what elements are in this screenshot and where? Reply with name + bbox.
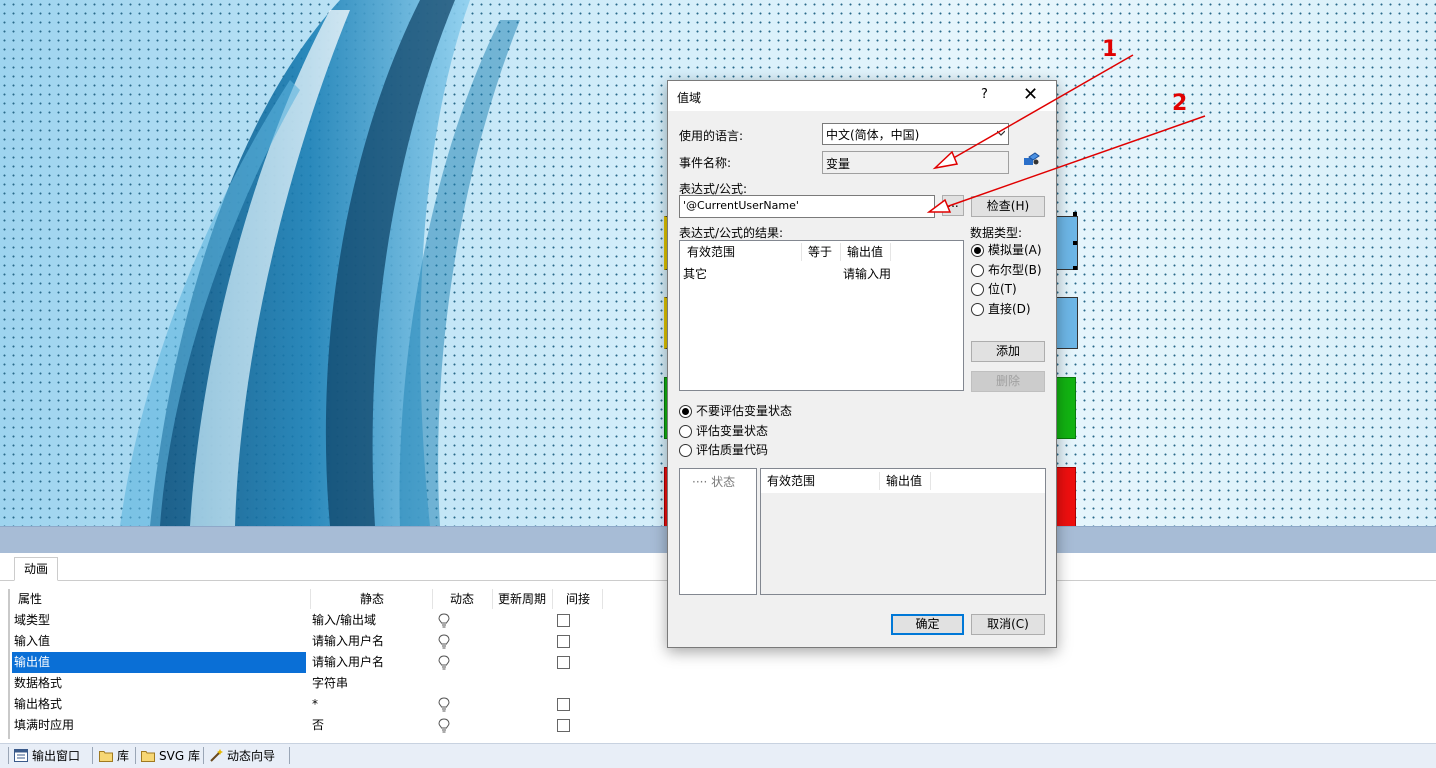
lightbulb-icon[interactable]	[438, 718, 450, 733]
ok-button[interactable]: 确定	[891, 614, 964, 635]
property-row[interactable]: 输出格式 *	[10, 694, 1436, 715]
selection-handle[interactable]	[1073, 266, 1077, 270]
tab-library[interactable]: 库	[99, 746, 129, 766]
annotation-marker-1: 1	[1102, 37, 1118, 62]
property-row[interactable]: 填满时应用否	[10, 715, 1436, 736]
bottom-tabbar: 输出窗口 库 SVG 库 动态向导	[0, 743, 1436, 768]
indirect-checkbox[interactable]	[557, 719, 570, 732]
dialog-titlebar[interactable]: 值域 ? ✕	[668, 81, 1056, 111]
output-window-icon	[14, 749, 28, 762]
status-tree-item[interactable]: ···· 状态	[692, 473, 735, 490]
add-button[interactable]: 添加	[971, 341, 1045, 362]
result-row-range[interactable]: 其它	[683, 265, 707, 282]
dialog-title: 值域	[677, 91, 702, 105]
result-row-output[interactable]: 请输入用	[843, 265, 891, 282]
property-static-value[interactable]: 请输入用户名	[312, 652, 384, 673]
indirect-checkbox[interactable]	[557, 656, 570, 669]
value-range-dialog: 值域 ? ✕ 使用的语言: 中文(简体，中国) 事件名称: 变量 表达式/公式:…	[667, 80, 1057, 648]
evaluation-radio[interactable]: 不要评估变量状态	[679, 404, 792, 418]
status-header-range[interactable]: 有效范围	[767, 472, 815, 490]
header-indirect: 间接	[566, 592, 591, 606]
property-row[interactable]: 数据格式 字符串	[10, 673, 1436, 694]
property-name[interactable]: 输出值	[12, 652, 306, 673]
tab-dynamic-wizard[interactable]: 动态向导	[209, 746, 275, 766]
tab-output-window[interactable]: 输出窗口	[14, 746, 80, 766]
check-button[interactable]: 检查(H)	[971, 196, 1045, 217]
header-dynamic: 动态	[450, 592, 475, 606]
event-label: 事件名称:	[679, 156, 732, 170]
expression-browse-button[interactable]: ...	[942, 195, 964, 216]
lightbulb-icon[interactable]	[438, 613, 450, 628]
datatype-radio[interactable]: 模拟量(A)	[971, 243, 1042, 257]
wand-icon	[210, 749, 223, 762]
property-name[interactable]: 填满时应用	[14, 715, 306, 736]
property-static-value[interactable]: 否	[312, 715, 324, 736]
language-select[interactable]: 中文(简体，中国)	[822, 123, 1009, 145]
tab-animation[interactable]: 动画	[14, 557, 59, 581]
delete-button: 删除	[971, 371, 1045, 392]
evaluation-radio[interactable]: 评估变量状态	[679, 424, 768, 438]
status-header-output[interactable]: 输出值	[886, 472, 922, 490]
help-button[interactable]: ?	[981, 87, 988, 102]
annotation-marker-2: 2	[1172, 91, 1188, 116]
language-label: 使用的语言:	[679, 129, 744, 143]
datatype-radio[interactable]: 直接(D)	[971, 302, 1031, 316]
result-label: 表达式/公式的结果:	[679, 226, 784, 240]
indirect-checkbox[interactable]	[557, 698, 570, 711]
tab-svg-library[interactable]: SVG 库	[141, 746, 200, 766]
property-static-value[interactable]: 输入/输出域	[312, 610, 376, 631]
header-property: 属性	[18, 592, 43, 606]
expression-input[interactable]: '@CurrentUserName'	[679, 195, 935, 218]
property-static-value[interactable]: *	[312, 694, 318, 715]
indirect-checkbox[interactable]	[557, 614, 570, 627]
result-header-range[interactable]: 有效范围	[687, 243, 735, 261]
result-list[interactable]: 有效范围 等于 输出值 其它 请输入用	[679, 240, 964, 391]
property-name[interactable]: 域类型	[14, 610, 306, 631]
folder-icon	[99, 751, 113, 762]
result-header-equals[interactable]: 等于	[808, 243, 832, 261]
cancel-button[interactable]: 取消(C)	[971, 614, 1045, 635]
chevron-down-icon	[997, 130, 1005, 136]
property-name[interactable]: 数据格式	[14, 673, 306, 694]
lightbulb-icon[interactable]	[438, 697, 450, 712]
property-name[interactable]: 输入值	[14, 631, 306, 652]
datatype-radio[interactable]: 位(T)	[971, 282, 1017, 296]
tag-select-icon[interactable]	[1023, 152, 1040, 167]
lightbulb-icon[interactable]	[438, 634, 450, 649]
property-row[interactable]: 输出值 请输入用户名	[10, 652, 1436, 673]
datatype-label: 数据类型:	[970, 226, 1023, 240]
property-static-value[interactable]: 请输入用户名	[312, 631, 384, 652]
folder-icon	[141, 751, 155, 762]
status-tree[interactable]: ···· 状态	[679, 468, 757, 595]
indirect-checkbox[interactable]	[557, 635, 570, 648]
header-update-cycle: 更新周期	[498, 592, 547, 606]
close-button[interactable]: ✕	[1023, 84, 1038, 105]
property-name[interactable]: 输出格式	[14, 694, 306, 715]
selection-handle[interactable]	[1073, 212, 1077, 216]
datatype-radio[interactable]: 布尔型(B)	[971, 263, 1042, 277]
property-static-value[interactable]: 字符串	[312, 673, 348, 694]
lightbulb-icon[interactable]	[438, 655, 450, 670]
evaluation-radio[interactable]: 评估质量代码	[679, 443, 768, 457]
event-name-field: 变量	[822, 151, 1009, 174]
selection-handle[interactable]	[1073, 241, 1077, 245]
header-static: 静态	[360, 592, 385, 606]
status-list[interactable]: 有效范围 输出值	[760, 468, 1046, 595]
result-header-output[interactable]: 输出值	[847, 243, 883, 261]
